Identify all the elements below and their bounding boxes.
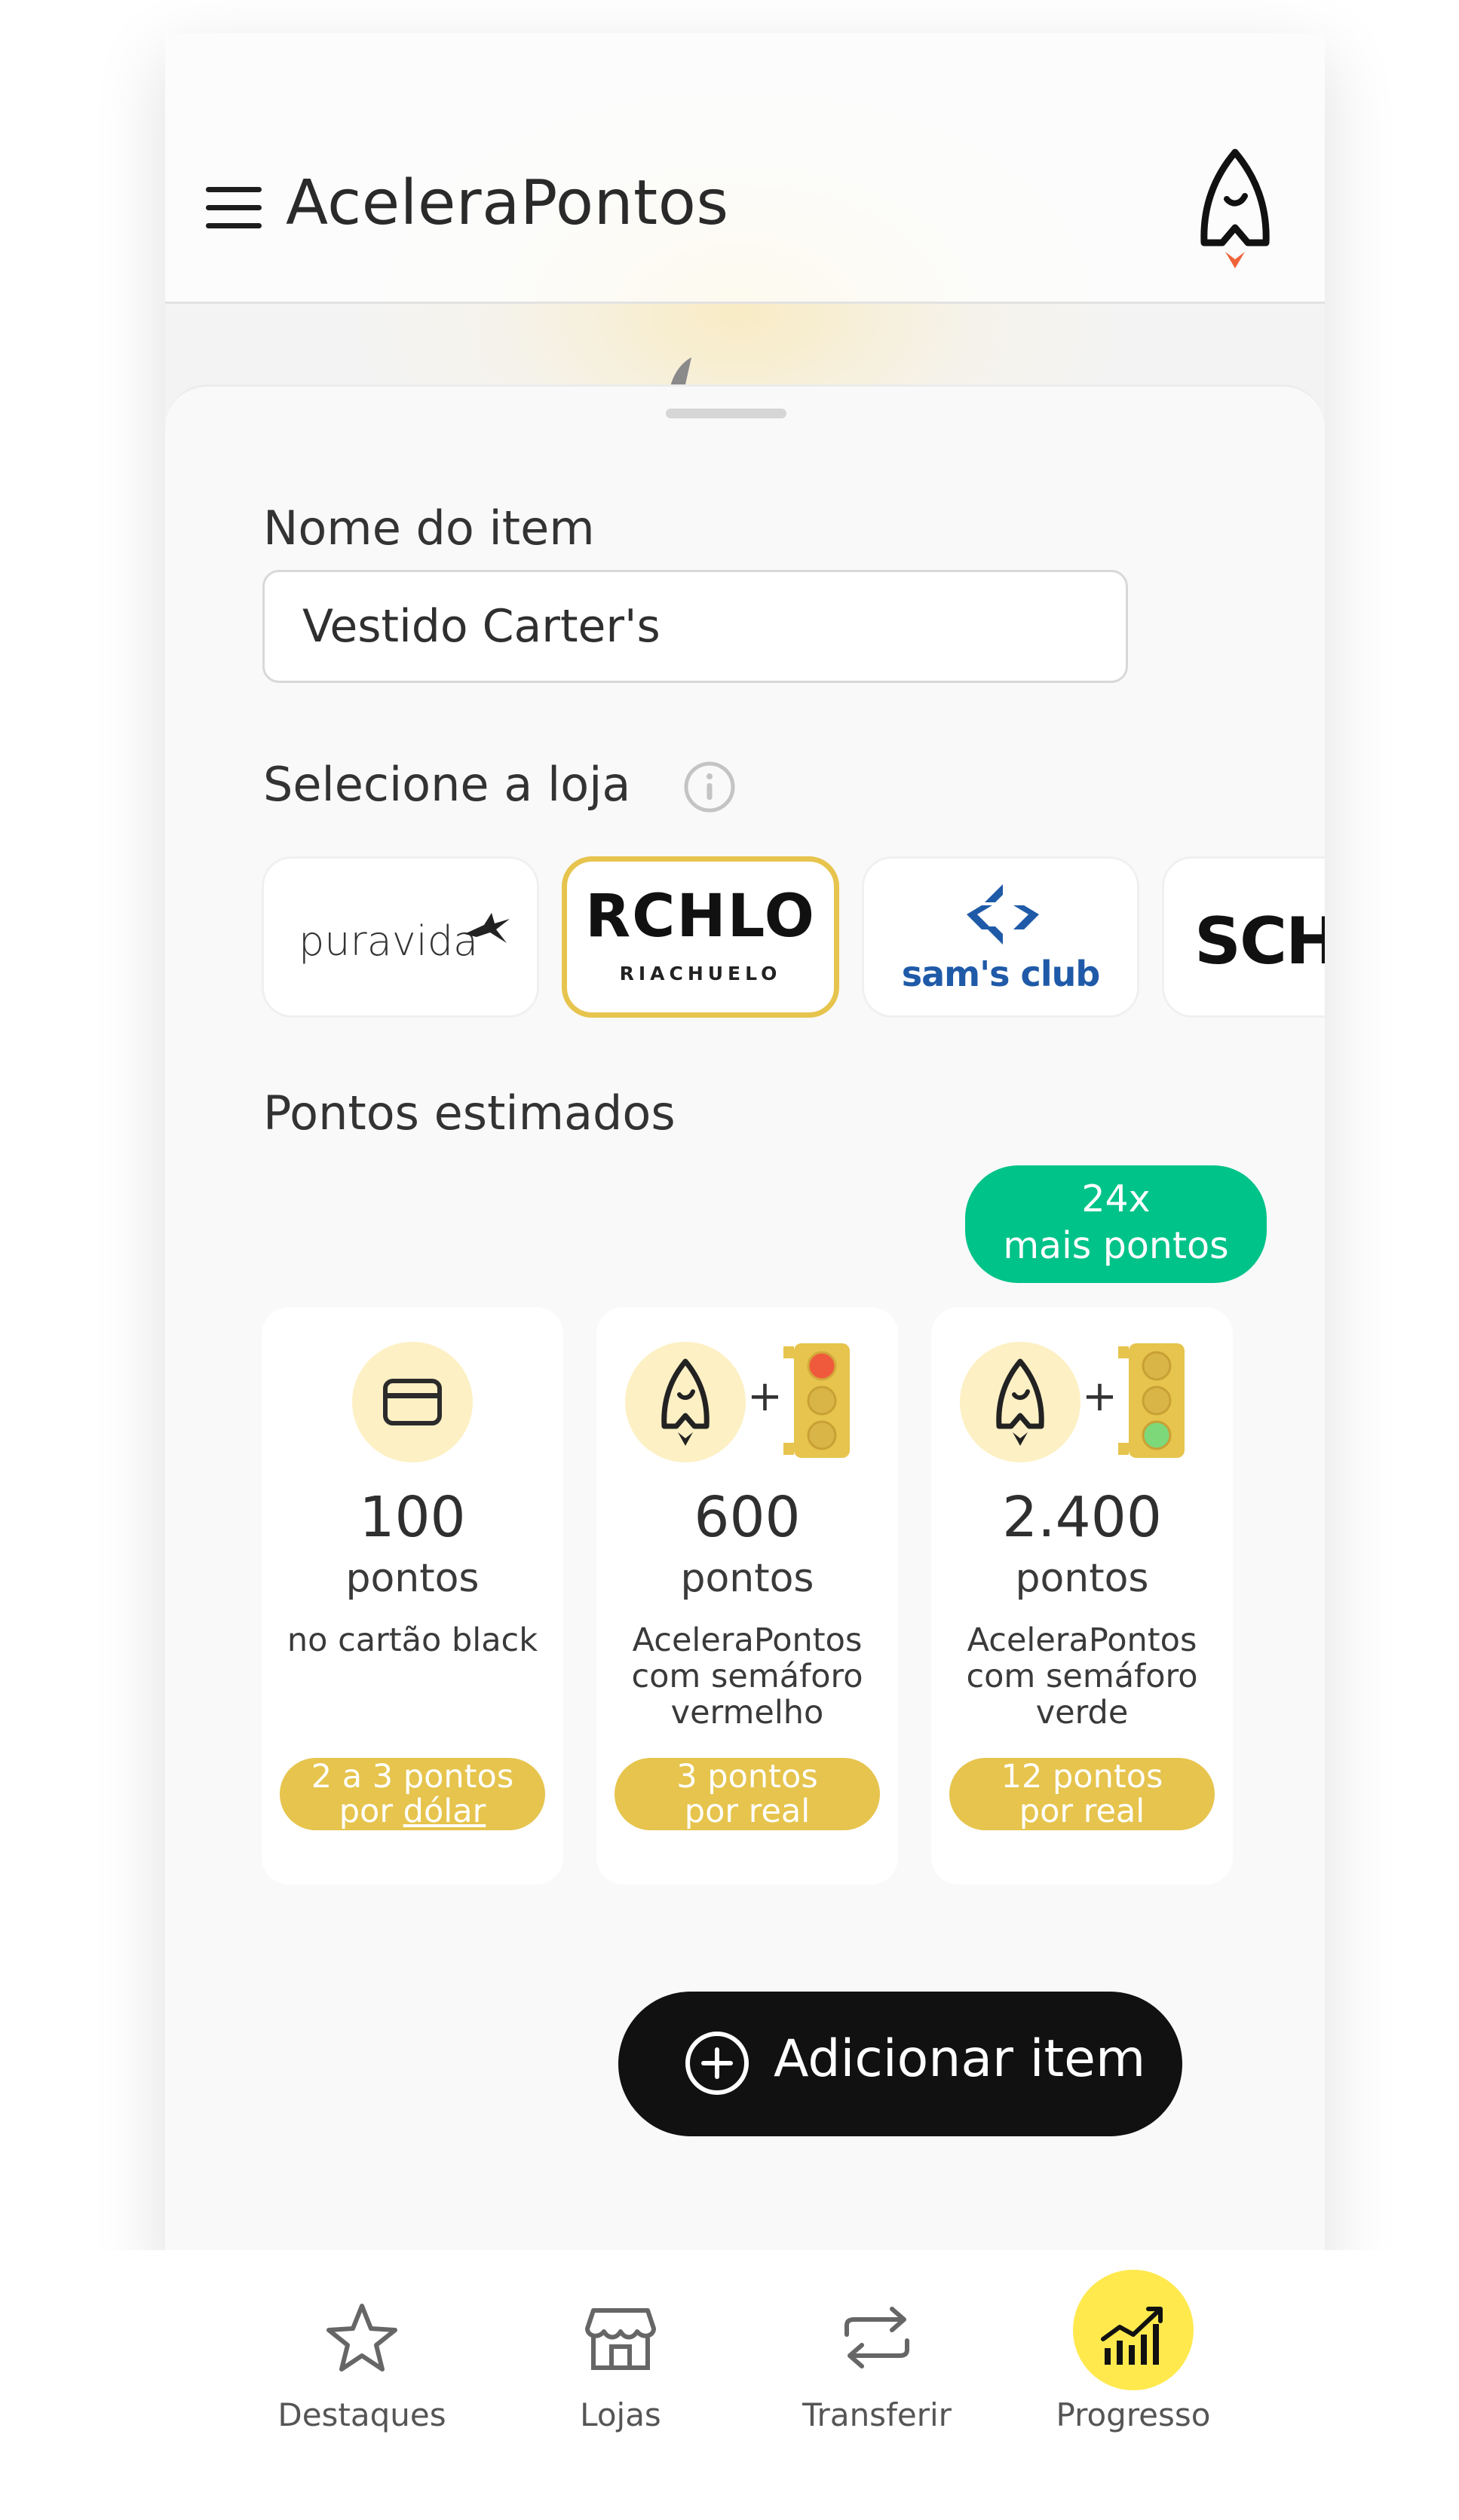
rate-pill: 12 pontos por real xyxy=(949,1758,1215,1830)
plus-circle-icon xyxy=(685,2032,749,2095)
points-card-red-signal: + 600 pontos AceleraPontos com semáforo … xyxy=(596,1307,898,1885)
plus-sign: + xyxy=(1082,1372,1117,1421)
hummingbird-icon xyxy=(464,913,510,943)
store-icon xyxy=(585,2308,656,2370)
add-item-button[interactable]: Adicionar item xyxy=(618,1992,1182,2136)
store-select-label: Selecione a loja xyxy=(263,757,631,812)
badge-multiplier: 24x xyxy=(1081,1177,1151,1220)
rate-unit: por dólar xyxy=(280,1794,545,1829)
rate-amount: 12 pontos xyxy=(1001,1758,1163,1796)
points-card-black: 100 pontos no cartão black 2 a 3 pontos … xyxy=(262,1307,563,1885)
estimated-points-label: Pontos estimados xyxy=(263,1085,676,1141)
riachuelo-logo-text: RCHLO xyxy=(585,883,816,951)
points-description: no cartão black xyxy=(287,1621,538,1659)
add-item-label: Adicionar item xyxy=(774,2029,1146,2089)
rocket-icon xyxy=(661,1358,710,1446)
points-unit: pontos xyxy=(345,1556,480,1601)
plus-sign: + xyxy=(747,1372,783,1421)
points-card-green-signal: + 2.400 pontos AceleraPontos com semáfor… xyxy=(931,1307,1233,1885)
points-multiplier-badge: 24x mais pontos xyxy=(965,1165,1267,1283)
sams-club-logo-text: sam's club xyxy=(901,954,1101,994)
currency-link[interactable]: dólar xyxy=(403,1793,486,1830)
nav-item-progresso[interactable]: Progresso xyxy=(1035,2250,1231,2520)
chart-icon xyxy=(1101,2307,1163,2365)
nav-item-transferir[interactable]: Transferir xyxy=(779,2250,975,2520)
rate-unit: por real xyxy=(684,1793,811,1830)
nav-item-lojas[interactable]: Lojas xyxy=(523,2250,719,2520)
credit-card-icon xyxy=(383,1379,442,1425)
transfer-icon xyxy=(844,2307,909,2368)
hamburger-menu-icon[interactable] xyxy=(206,187,262,229)
rate-unit: por real xyxy=(1019,1793,1145,1830)
points-description: AceleraPontos com semáforo vermelho xyxy=(631,1621,863,1732)
store-option-schutz[interactable]: SCHU xyxy=(1162,856,1325,1018)
traffic-light-green-icon xyxy=(1118,1343,1185,1458)
rate-amount: 3 pontos xyxy=(676,1758,818,1796)
badge-caption: mais pontos xyxy=(1003,1224,1229,1267)
nav-label: Destaques xyxy=(277,2396,446,2433)
info-icon[interactable] xyxy=(682,760,737,814)
rocket-icon xyxy=(996,1358,1044,1446)
rate-pill: 2 a 3 pontos por dólar xyxy=(280,1758,545,1830)
rate-pill: 3 pontos por real xyxy=(615,1758,880,1830)
nav-label: Progresso xyxy=(1056,2396,1211,2433)
app-title: AceleraPontos xyxy=(286,167,729,239)
points-value: 2.400 xyxy=(1002,1485,1162,1550)
traffic-light-red-icon xyxy=(783,1343,850,1458)
nav-item-destaques[interactable]: Destaques xyxy=(264,2250,460,2520)
sams-club-diamond-icon xyxy=(967,884,1039,945)
riachuelo-logo-subtext: RIACHUELO xyxy=(619,963,782,984)
schu-logo-text: SCHU xyxy=(1194,904,1325,979)
app-screen: AceleraPontos Nome do item Selecione a l… xyxy=(165,33,1325,2283)
rate-prefix: por xyxy=(339,1793,403,1830)
points-unit: pontos xyxy=(680,1556,814,1601)
item-name-input[interactable] xyxy=(262,570,1128,683)
bottom-navigation: Destaques Lojas Transferir Progresso xyxy=(0,2250,1459,2520)
item-name-label: Nome do item xyxy=(263,501,595,556)
points-description: AceleraPontos com semáforo verde xyxy=(966,1621,1198,1732)
points-unit: pontos xyxy=(1015,1556,1149,1601)
points-value: 100 xyxy=(359,1485,466,1550)
nav-label: Transferir xyxy=(802,2396,952,2433)
puravida-logo-text: puravida xyxy=(299,917,479,965)
store-option-puravida[interactable]: puravida xyxy=(262,856,539,1018)
rocket-logo-icon[interactable] xyxy=(1194,146,1277,274)
sheet-drag-handle[interactable] xyxy=(666,409,786,418)
points-value: 600 xyxy=(694,1485,801,1550)
store-option-sams-club[interactable]: sam's club xyxy=(862,856,1139,1018)
rate-amount: 2 a 3 pontos xyxy=(311,1758,514,1796)
star-icon xyxy=(326,2304,397,2371)
store-option-riachuelo[interactable]: RCHLO RIACHUELO xyxy=(562,856,839,1018)
app-bar: AceleraPontos xyxy=(165,33,1325,304)
nav-label: Lojas xyxy=(580,2396,661,2433)
